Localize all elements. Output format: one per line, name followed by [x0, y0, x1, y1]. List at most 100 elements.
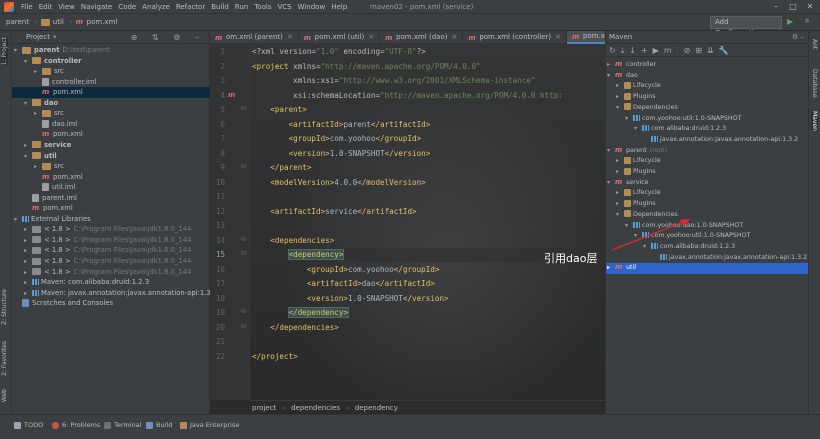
project-tree-item[interactable]: ▸ < 1.8 > C:\Program Files\Java\jdk1.8.0_1… — [12, 245, 210, 256]
maven-gutter-icon[interactable]: m — [228, 91, 236, 99]
project-tree-item[interactable]: m pom.xml — [12, 87, 210, 98]
tab-structure-tool[interactable]: Z: Structure — [1, 289, 8, 325]
minimize-icon[interactable]: – — [770, 2, 782, 12]
panel-actions-icon[interactable]: ⊕ ⇅ ⚙ – — [131, 33, 205, 42]
menu-item-tools[interactable]: Tools — [251, 3, 274, 11]
generate-sources-icon[interactable]: ⤓ — [621, 46, 630, 55]
project-tree-item[interactable]: ▸ Maven: com.alibaba:druid:1.2.3 — [12, 277, 210, 288]
expand-arrow-icon[interactable]: ▾ — [607, 71, 615, 82]
project-tree-item[interactable]: ▾ controller — [12, 56, 210, 67]
expand-arrow-icon[interactable]: ▾ — [634, 124, 642, 135]
maven-tree-item[interactable]: ▸ m controller — [606, 60, 809, 71]
maven-tree-item[interactable]: ▾ com.alibaba:druid:1.2.3 — [606, 124, 809, 135]
expand-arrow-icon[interactable]: ▾ — [616, 103, 624, 114]
menu-item-refactor[interactable]: Refactor — [173, 3, 208, 11]
breadcrumb-dependency[interactable]: dependency — [355, 404, 398, 412]
maven-tree-item[interactable]: ▸ Lifecycle — [606, 156, 809, 167]
skip-tests-icon[interactable]: ⊘ — [684, 46, 696, 55]
maven-tree-item[interactable]: ▾ m dao — [606, 71, 809, 82]
code-editor[interactable]: <?xml version="1.0" encoding="UTF-8"?> <p… — [250, 44, 605, 400]
run-icon[interactable]: ▶ — [787, 17, 793, 26]
project-tree-item[interactable]: ▸ < 1.8 > C:\Program Files\Java\jdk1.8.0_1… — [12, 224, 210, 235]
project-tree-item[interactable]: dao.iml — [12, 119, 210, 130]
collapse-all-icon[interactable]: ⇊ — [707, 46, 719, 55]
project-tree-item[interactable]: util.iml — [12, 182, 210, 193]
maven-tree-item[interactable]: ▸ Lifecycle — [606, 81, 809, 92]
project-tree-item[interactable]: ▾ parent D:\test\parent — [12, 45, 210, 56]
breadcrumb-dependencies[interactable]: dependencies — [291, 404, 340, 412]
maven-tree-item[interactable]: ▾ Dependencies — [606, 103, 809, 114]
fold-marker-icon[interactable]: ⊟ — [241, 105, 246, 112]
tab-pom-xml-dao[interactable]: m pom.xml (dao) × — [380, 31, 464, 44]
project-tree-item[interactable]: ▸ < 1.8 > C:\Program Files\Java\jdk1.8.0_1… — [12, 256, 210, 267]
tab-project-tool[interactable]: 1: Project — [1, 37, 8, 66]
close-icon[interactable]: ✕ — [804, 2, 816, 12]
fold-marker-icon[interactable]: ⊟ — [241, 236, 246, 243]
project-tree-item[interactable]: m pom.xml — [12, 129, 210, 140]
menu-item-view[interactable]: View — [55, 3, 78, 11]
download-icon[interactable]: ↓ — [629, 46, 641, 55]
maven-tree-item[interactable]: ▾ com.yoohoo:util:1.0-SNAPSHOT — [606, 114, 809, 125]
tab-web-tool[interactable]: Web — [1, 389, 8, 402]
expand-arrow-icon[interactable]: ▾ — [607, 146, 615, 157]
project-tree-item[interactable]: ▸ < 1.8 > C:\Program Files\Java\jdk1.8.0_1… — [12, 267, 210, 278]
fold-marker-icon[interactable]: ⊟ — [241, 163, 246, 170]
menu-item-vcs[interactable]: VCS — [274, 3, 294, 11]
nav-crumb-util[interactable]: util — [40, 18, 64, 26]
project-tree-item[interactable]: ▸ < 1.8 > C:\Program Files\Java\jdk1.8.0_1… — [12, 235, 210, 246]
maven-tree-item[interactable]: ▾ m parent (root) — [606, 146, 809, 157]
close-tab-icon[interactable]: × — [287, 31, 293, 44]
tab-om-xml-parent[interactable]: m om.xml (parent) × — [210, 31, 299, 44]
tab-pom-xml-util[interactable]: m pom.xml (util) × — [299, 31, 381, 44]
collapse-arrow-icon[interactable]: ▸ — [616, 167, 624, 178]
expand-arrow-icon[interactable]: ▾ — [607, 178, 615, 189]
close-tab-icon[interactable]: × — [368, 31, 374, 44]
nav-crumb-pom[interactable]: m pom.xml — [76, 18, 118, 26]
close-tab-icon[interactable]: × — [555, 31, 561, 44]
close-tab-icon[interactable]: × — [451, 31, 457, 44]
nav-crumb-parent[interactable]: parent — [6, 18, 29, 26]
project-tree-item[interactable]: Scratches and Consoles — [12, 298, 210, 309]
menu-item-build[interactable]: Build — [208, 3, 232, 11]
collapse-arrow-icon[interactable]: ▸ — [616, 81, 624, 92]
menu-item-code[interactable]: Code — [115, 3, 139, 11]
maven-settings-icon[interactable]: 🔧 — [719, 46, 734, 55]
todo-tool-button[interactable]: TODO — [14, 421, 43, 429]
project-tree-item[interactable]: m pom.xml — [12, 172, 210, 183]
menu-item-analyze[interactable]: Analyze — [139, 3, 173, 11]
project-tree-item[interactable]: ▾ util — [12, 151, 210, 162]
java-enterprise-tool-button[interactable]: Java Enterprise — [180, 421, 239, 429]
project-tree-item[interactable]: controller.iml — [12, 77, 210, 88]
add-configuration-button[interactable]: Add Configuration... — [710, 16, 782, 37]
tab-favorites-tool[interactable]: 2: Favorites — [1, 341, 8, 376]
menu-item-window[interactable]: Window — [295, 3, 329, 11]
execute-goal-icon[interactable]: m — [664, 46, 677, 55]
fold-marker-icon[interactable]: ⊟ — [241, 323, 246, 330]
menu-item-navigate[interactable]: Navigate — [78, 3, 115, 11]
project-tree-item[interactable]: ▾ dao — [12, 98, 210, 109]
project-tree-item[interactable]: ▸ Maven: javax.annotation:javax.annotatio… — [12, 288, 217, 299]
add-icon[interactable]: + — [641, 46, 653, 55]
run-maven-icon[interactable]: ▶ — [653, 46, 664, 55]
chevron-down-icon[interactable]: ▾ — [53, 33, 57, 41]
tab-maven-tool[interactable]: Maven — [811, 111, 818, 131]
menu-item-file[interactable]: File — [18, 3, 36, 11]
menu-item-edit[interactable]: Edit — [36, 3, 56, 11]
project-tree-item[interactable]: ▸ src — [12, 108, 210, 119]
maximize-icon[interactable]: □ — [787, 2, 799, 12]
project-tree-item[interactable]: ▸ src — [12, 161, 210, 172]
tab-pom-xml-controller[interactable]: m pom.xml (controller) × — [463, 31, 567, 44]
menu-item-run[interactable]: Run — [232, 3, 251, 11]
project-tree-item[interactable]: parent.iml — [12, 193, 210, 204]
problems-tool-button[interactable]: 6: Problems — [52, 421, 100, 429]
minimize-panel-icon[interactable]: ⚙ – — [792, 31, 804, 44]
fold-marker-icon[interactable]: ⊟ — [241, 308, 246, 315]
project-tree-item[interactable]: ▾ External Libraries — [12, 214, 210, 225]
expand-arrow-icon[interactable]: ▾ — [625, 114, 633, 125]
toggle-offline-icon[interactable]: ⫶ — [677, 46, 684, 55]
reload-icon[interactable]: ↻ — [609, 46, 621, 55]
collapse-arrow-icon[interactable]: ▸ — [607, 60, 615, 71]
project-tree-item[interactable]: ▸ service — [12, 140, 210, 151]
maven-tree-item[interactable]: ▸ Plugins — [606, 167, 809, 178]
project-tree-item[interactable]: ▸ src — [12, 66, 210, 77]
